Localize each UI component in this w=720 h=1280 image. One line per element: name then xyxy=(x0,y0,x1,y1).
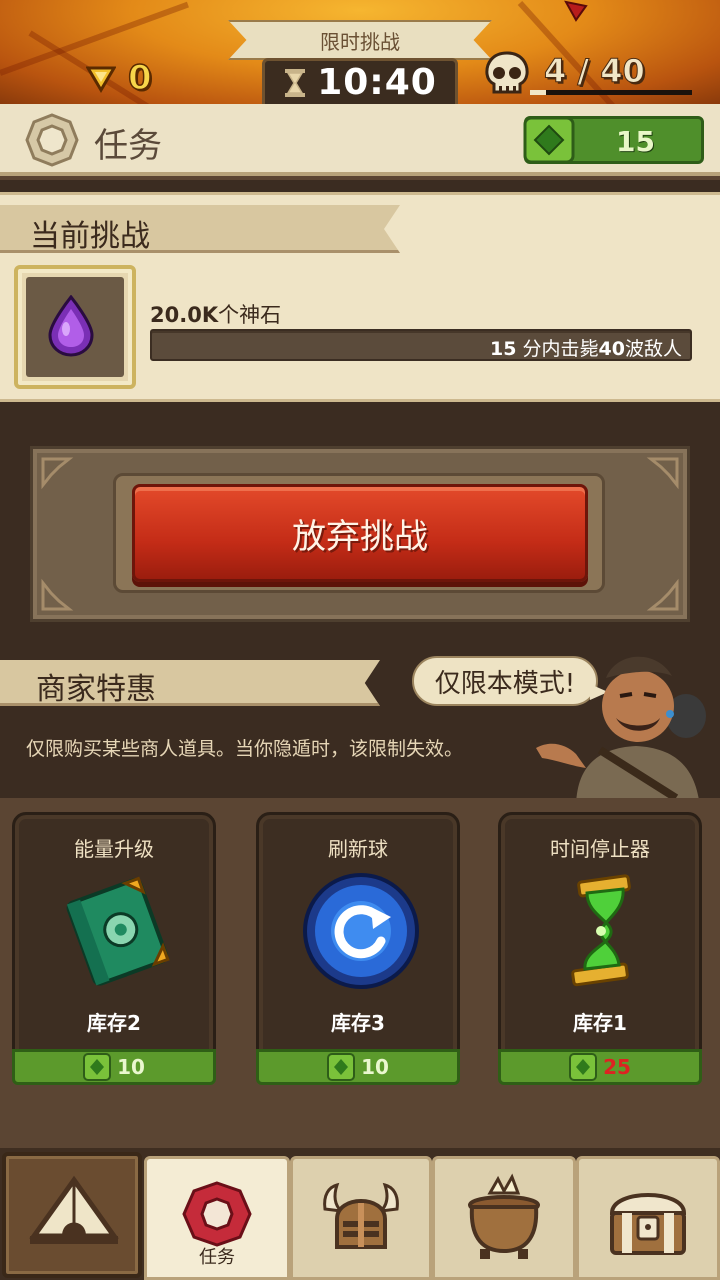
nav-tab-heroes[interactable] xyxy=(290,1156,432,1280)
treasure-chest-icon xyxy=(609,1193,687,1255)
item-name: 刷新球 xyxy=(328,837,388,861)
bottom-nav: 任务 xyxy=(0,1148,720,1280)
item-price[interactable]: 10 xyxy=(256,1049,460,1085)
viking-helmet-icon xyxy=(323,1182,399,1249)
item-price-value: 10 xyxy=(117,1055,145,1079)
challenge-goal-text: 15 分内击毙40波敌人 xyxy=(490,334,682,361)
corner-ornament-icon xyxy=(41,457,74,490)
arrow-icon xyxy=(564,0,588,22)
item-price-value: 25 xyxy=(603,1055,631,1079)
item-price-value: 10 xyxy=(361,1055,389,1079)
skull-icon xyxy=(485,51,529,94)
current-challenge-ribbon: 当前挑战 xyxy=(0,205,400,253)
timer-label: 限时挑战 xyxy=(228,20,492,60)
item-stock: 库存1 xyxy=(573,1011,627,1035)
wave-counter: 4 / 40 xyxy=(482,50,712,100)
wave-progress-bar xyxy=(530,90,692,95)
item-name: 能量升级 xyxy=(74,837,154,861)
refresh-orb-icon xyxy=(303,873,419,989)
quest-seal-icon xyxy=(182,1181,252,1247)
corner-ornament-icon xyxy=(646,578,679,611)
hourglass-icon xyxy=(285,68,306,97)
nav-tab-inventory[interactable] xyxy=(576,1156,720,1280)
gem-count: 0 xyxy=(127,57,152,99)
reward-text: 20.0K个神石 xyxy=(150,299,281,329)
shop-item-refresh-orb[interactable]: 刷新球 库存3 10 xyxy=(256,812,460,1085)
reward-unit: 个神石 xyxy=(218,303,282,327)
gem-triangle-icon xyxy=(86,66,116,93)
corner-ornament-icon xyxy=(41,578,74,611)
green-gem-count: 15 xyxy=(616,125,655,158)
timed-challenge-timer: 限时挑战 10:40 xyxy=(228,20,492,104)
green-gem-icon xyxy=(327,1053,356,1081)
abandon-panel: 放弃挑战 xyxy=(30,446,690,622)
section-title: 商家特惠 xyxy=(36,672,156,707)
shop-area: 能量升级 库存2 10 刷新球 库存3 10 时间停止器 库存1 25 xyxy=(0,798,720,1148)
purple-gem-icon xyxy=(48,295,94,357)
abandon-challenge-button[interactable]: 放弃挑战 xyxy=(132,484,588,582)
reward-frame xyxy=(14,265,136,389)
nav-tab-quests[interactable]: 任务 xyxy=(144,1156,290,1280)
merchant-character-icon xyxy=(536,656,706,808)
hourglass-green-icon xyxy=(571,874,631,987)
merchant-notice: 仅限购买某些商人道具。当你隐遁时，该限制失效。 xyxy=(26,738,464,760)
title-bar: 任务 15 xyxy=(0,104,720,176)
corner-ornament-icon xyxy=(646,457,679,490)
challenge-goal-bar: 15 分内击毙40波敌人 xyxy=(150,329,692,361)
item-name: 时间停止器 xyxy=(550,837,650,861)
item-price[interactable]: 10 xyxy=(12,1049,216,1085)
spellbook-icon xyxy=(66,876,170,986)
tent-icon xyxy=(29,1175,119,1244)
page-title: 任务 xyxy=(94,126,162,166)
green-gem-icon xyxy=(569,1053,598,1081)
nav-tab-alchemy[interactable] xyxy=(432,1156,576,1280)
shop-item-time-stopper[interactable]: 时间停止器 库存1 25 xyxy=(498,812,702,1085)
green-gem-icon xyxy=(83,1053,112,1081)
merchant-deals-ribbon: 商家特惠 xyxy=(0,660,380,706)
nav-tab-label: 任务 xyxy=(199,1247,235,1268)
item-stock: 库存3 xyxy=(331,1011,385,1035)
goal-end: 波敌人 xyxy=(624,338,682,360)
shop-item-spellbook[interactable]: 能量升级 库存2 10 xyxy=(12,812,216,1085)
gem-counter: 0 xyxy=(86,57,186,99)
abandon-button-frame: 放弃挑战 xyxy=(113,473,605,593)
wave-progress-fill xyxy=(530,90,547,95)
timer-box: 10:40 xyxy=(262,58,458,104)
section-title: 当前挑战 xyxy=(30,219,150,254)
goal-minutes: 15 xyxy=(490,338,517,360)
item-price[interactable]: 25 xyxy=(498,1049,702,1085)
green-gem-icon xyxy=(523,116,575,164)
goal-mid: 分内击毙 xyxy=(516,338,599,360)
item-stock: 库存2 xyxy=(87,1011,141,1035)
timer-value: 10:40 xyxy=(317,62,437,103)
wave-count: 4 / 40 xyxy=(544,52,646,91)
goal-waves: 40 xyxy=(598,338,625,360)
cauldron-icon xyxy=(468,1173,540,1259)
nav-home-camp[interactable] xyxy=(2,1152,142,1278)
reward-amount: 20.0K xyxy=(150,303,219,327)
current-challenge-panel: 当前挑战 20.0K个神石 15 分内击毙40波敌人 xyxy=(0,192,720,402)
green-gem-counter[interactable]: 15 xyxy=(523,116,704,164)
quest-badge-icon xyxy=(25,113,79,167)
